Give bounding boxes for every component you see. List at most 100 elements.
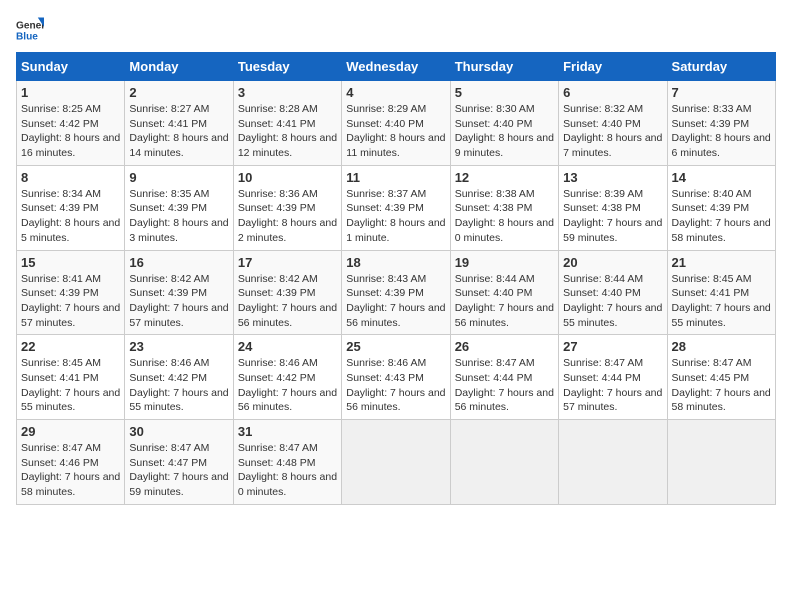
day-content: Sunrise: 8:30 AM Sunset: 4:40 PM Dayligh…	[455, 102, 554, 161]
sunset-text: Sunset: 4:39 PM	[238, 287, 316, 299]
calendar-day-2: 2 Sunrise: 8:27 AM Sunset: 4:41 PM Dayli…	[125, 81, 233, 166]
sunrise-text: Sunrise: 8:42 AM	[238, 273, 318, 285]
weekday-header-friday: Friday	[559, 53, 667, 81]
sunrise-text: Sunrise: 8:47 AM	[672, 357, 752, 369]
sunrise-text: Sunrise: 8:47 AM	[455, 357, 535, 369]
sunset-text: Sunset: 4:47 PM	[129, 457, 207, 469]
day-content: Sunrise: 8:46 AM Sunset: 4:42 PM Dayligh…	[238, 356, 337, 415]
weekday-header-sunday: Sunday	[17, 53, 125, 81]
sunset-text: Sunset: 4:39 PM	[129, 287, 207, 299]
sunset-text: Sunset: 4:45 PM	[672, 372, 750, 384]
daylight-text: Daylight: 7 hours and 57 minutes.	[563, 387, 662, 414]
sunset-text: Sunset: 4:43 PM	[346, 372, 424, 384]
day-content: Sunrise: 8:29 AM Sunset: 4:40 PM Dayligh…	[346, 102, 445, 161]
daylight-text: Daylight: 8 hours and 7 minutes.	[563, 132, 662, 159]
day-content: Sunrise: 8:37 AM Sunset: 4:39 PM Dayligh…	[346, 187, 445, 246]
calendar-day-1: 1 Sunrise: 8:25 AM Sunset: 4:42 PM Dayli…	[17, 81, 125, 166]
sunset-text: Sunset: 4:38 PM	[455, 202, 533, 214]
sunrise-text: Sunrise: 8:45 AM	[21, 357, 101, 369]
page-header: General Blue	[16, 16, 776, 44]
calendar-day-24: 24 Sunrise: 8:46 AM Sunset: 4:42 PM Dayl…	[233, 335, 341, 420]
calendar-day-22: 22 Sunrise: 8:45 AM Sunset: 4:41 PM Dayl…	[17, 335, 125, 420]
day-content: Sunrise: 8:44 AM Sunset: 4:40 PM Dayligh…	[455, 272, 554, 331]
day-number: 10	[238, 170, 337, 185]
calendar-day-11: 11 Sunrise: 8:37 AM Sunset: 4:39 PM Dayl…	[342, 165, 450, 250]
sunset-text: Sunset: 4:41 PM	[238, 118, 316, 130]
calendar-day-17: 17 Sunrise: 8:42 AM Sunset: 4:39 PM Dayl…	[233, 250, 341, 335]
day-number: 24	[238, 339, 337, 354]
day-number: 2	[129, 85, 228, 100]
calendar-day-7: 7 Sunrise: 8:33 AM Sunset: 4:39 PM Dayli…	[667, 81, 775, 166]
sunset-text: Sunset: 4:39 PM	[21, 287, 99, 299]
sunset-text: Sunset: 4:39 PM	[238, 202, 316, 214]
calendar-day-10: 10 Sunrise: 8:36 AM Sunset: 4:39 PM Dayl…	[233, 165, 341, 250]
weekday-header-saturday: Saturday	[667, 53, 775, 81]
day-number: 20	[563, 255, 662, 270]
sunrise-text: Sunrise: 8:27 AM	[129, 103, 209, 115]
daylight-text: Daylight: 7 hours and 57 minutes.	[129, 302, 228, 329]
daylight-text: Daylight: 7 hours and 56 minutes.	[455, 302, 554, 329]
day-content: Sunrise: 8:39 AM Sunset: 4:38 PM Dayligh…	[563, 187, 662, 246]
daylight-text: Daylight: 7 hours and 56 minutes.	[238, 387, 337, 414]
sunrise-text: Sunrise: 8:46 AM	[346, 357, 426, 369]
calendar-day-25: 25 Sunrise: 8:46 AM Sunset: 4:43 PM Dayl…	[342, 335, 450, 420]
calendar-day-19: 19 Sunrise: 8:44 AM Sunset: 4:40 PM Dayl…	[450, 250, 558, 335]
sunrise-text: Sunrise: 8:43 AM	[346, 273, 426, 285]
weekday-header-thursday: Thursday	[450, 53, 558, 81]
day-content: Sunrise: 8:42 AM Sunset: 4:39 PM Dayligh…	[238, 272, 337, 331]
day-content: Sunrise: 8:43 AM Sunset: 4:39 PM Dayligh…	[346, 272, 445, 331]
sunrise-text: Sunrise: 8:35 AM	[129, 188, 209, 200]
daylight-text: Daylight: 8 hours and 14 minutes.	[129, 132, 228, 159]
sunrise-text: Sunrise: 8:38 AM	[455, 188, 535, 200]
sunset-text: Sunset: 4:41 PM	[129, 118, 207, 130]
daylight-text: Daylight: 7 hours and 56 minutes.	[238, 302, 337, 329]
sunrise-text: Sunrise: 8:46 AM	[129, 357, 209, 369]
sunrise-text: Sunrise: 8:25 AM	[21, 103, 101, 115]
sunset-text: Sunset: 4:39 PM	[129, 202, 207, 214]
day-content: Sunrise: 8:27 AM Sunset: 4:41 PM Dayligh…	[129, 102, 228, 161]
day-number: 29	[21, 424, 120, 439]
day-content: Sunrise: 8:35 AM Sunset: 4:39 PM Dayligh…	[129, 187, 228, 246]
daylight-text: Daylight: 8 hours and 6 minutes.	[672, 132, 771, 159]
calendar-day-23: 23 Sunrise: 8:46 AM Sunset: 4:42 PM Dayl…	[125, 335, 233, 420]
day-content: Sunrise: 8:33 AM Sunset: 4:39 PM Dayligh…	[672, 102, 771, 161]
day-content: Sunrise: 8:45 AM Sunset: 4:41 PM Dayligh…	[21, 356, 120, 415]
calendar-week-5: 29 Sunrise: 8:47 AM Sunset: 4:46 PM Dayl…	[17, 420, 776, 505]
day-number: 31	[238, 424, 337, 439]
day-number: 27	[563, 339, 662, 354]
day-content: Sunrise: 8:40 AM Sunset: 4:39 PM Dayligh…	[672, 187, 771, 246]
daylight-text: Daylight: 7 hours and 56 minutes.	[455, 387, 554, 414]
calendar-day-12: 12 Sunrise: 8:38 AM Sunset: 4:38 PM Dayl…	[450, 165, 558, 250]
day-number: 30	[129, 424, 228, 439]
calendar-day-14: 14 Sunrise: 8:40 AM Sunset: 4:39 PM Dayl…	[667, 165, 775, 250]
day-number: 16	[129, 255, 228, 270]
calendar-day-9: 9 Sunrise: 8:35 AM Sunset: 4:39 PM Dayli…	[125, 165, 233, 250]
day-number: 8	[21, 170, 120, 185]
day-content: Sunrise: 8:47 AM Sunset: 4:46 PM Dayligh…	[21, 441, 120, 500]
day-number: 17	[238, 255, 337, 270]
calendar-week-1: 1 Sunrise: 8:25 AM Sunset: 4:42 PM Dayli…	[17, 81, 776, 166]
sunrise-text: Sunrise: 8:44 AM	[563, 273, 643, 285]
calendar-day-6: 6 Sunrise: 8:32 AM Sunset: 4:40 PM Dayli…	[559, 81, 667, 166]
sunset-text: Sunset: 4:40 PM	[455, 287, 533, 299]
calendar-day-5: 5 Sunrise: 8:30 AM Sunset: 4:40 PM Dayli…	[450, 81, 558, 166]
calendar-week-4: 22 Sunrise: 8:45 AM Sunset: 4:41 PM Dayl…	[17, 335, 776, 420]
day-content: Sunrise: 8:47 AM Sunset: 4:47 PM Dayligh…	[129, 441, 228, 500]
day-number: 13	[563, 170, 662, 185]
sunset-text: Sunset: 4:39 PM	[672, 118, 750, 130]
sunset-text: Sunset: 4:40 PM	[346, 118, 424, 130]
sunset-text: Sunset: 4:44 PM	[563, 372, 641, 384]
sunset-text: Sunset: 4:38 PM	[563, 202, 641, 214]
day-content: Sunrise: 8:32 AM Sunset: 4:40 PM Dayligh…	[563, 102, 662, 161]
sunset-text: Sunset: 4:42 PM	[129, 372, 207, 384]
sunset-text: Sunset: 4:39 PM	[672, 202, 750, 214]
sunrise-text: Sunrise: 8:47 AM	[21, 442, 101, 454]
sunrise-text: Sunrise: 8:45 AM	[672, 273, 752, 285]
sunset-text: Sunset: 4:39 PM	[346, 202, 424, 214]
day-number: 4	[346, 85, 445, 100]
calendar-day-8: 8 Sunrise: 8:34 AM Sunset: 4:39 PM Dayli…	[17, 165, 125, 250]
weekday-header-wednesday: Wednesday	[342, 53, 450, 81]
calendar-day-26: 26 Sunrise: 8:47 AM Sunset: 4:44 PM Dayl…	[450, 335, 558, 420]
day-number: 26	[455, 339, 554, 354]
empty-cell	[450, 420, 558, 505]
